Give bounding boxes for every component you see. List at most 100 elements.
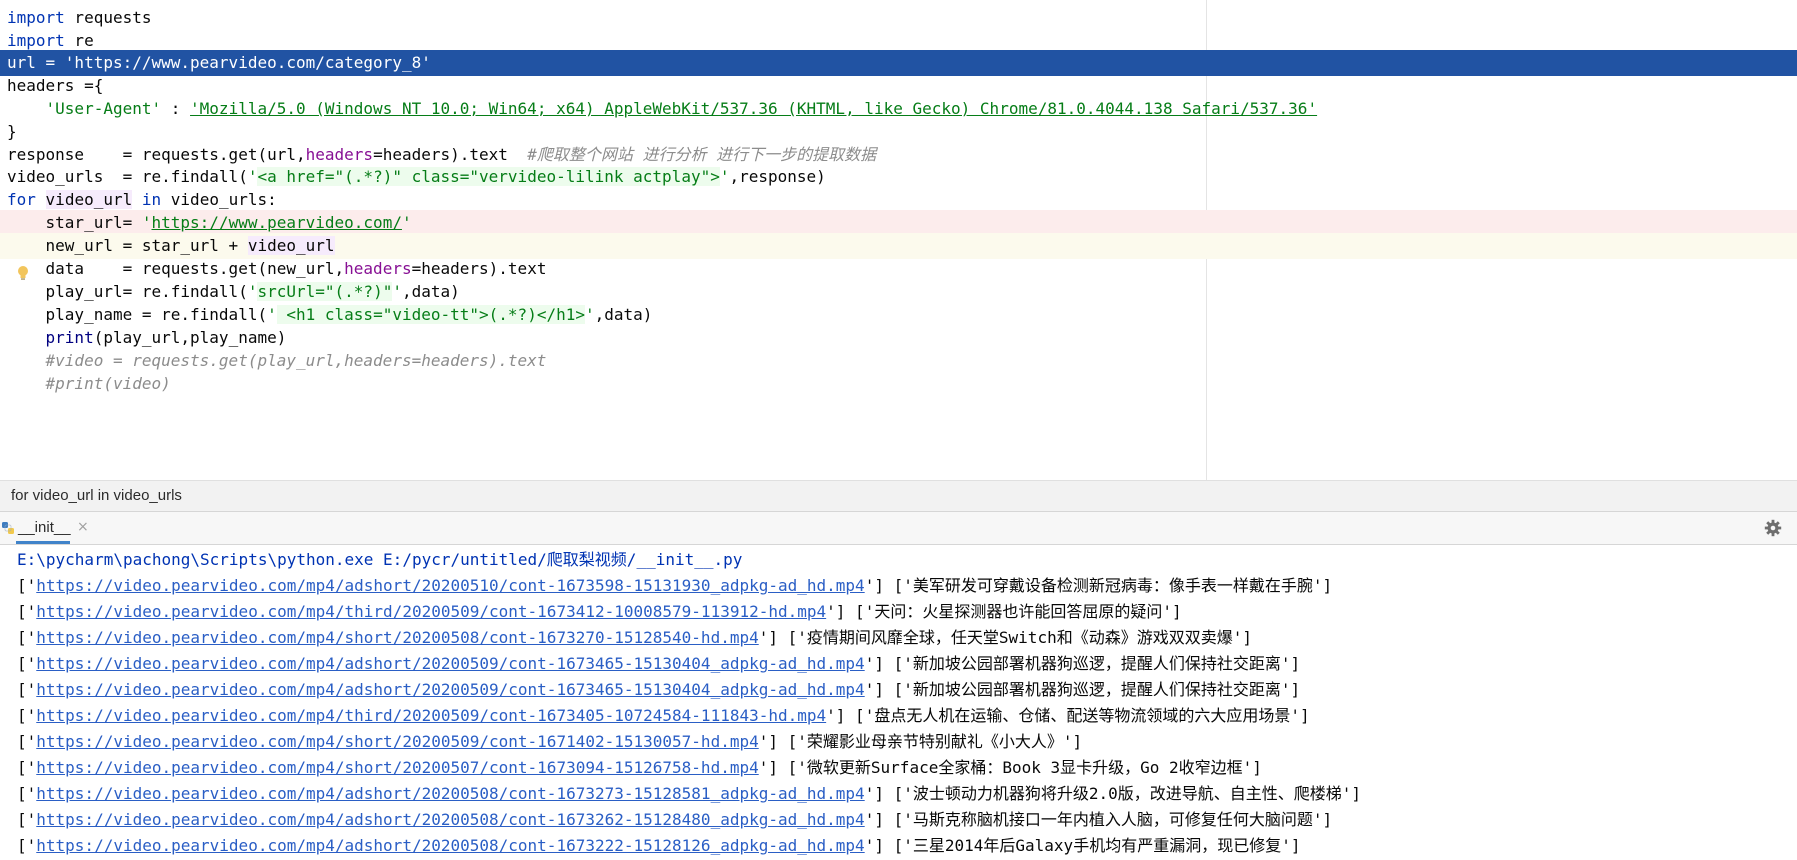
video-url-link[interactable]: https://video.pearvideo.com/mp4/short/20… [36, 628, 758, 647]
video-title: 新加坡公园部署机器狗巡逻，提醒人们保持社交距离 [912, 654, 1281, 673]
bracket-text: '] [1062, 732, 1083, 751]
video-title: 新加坡公园部署机器狗巡逻，提醒人们保持社交距离 [912, 680, 1281, 699]
code-text: =headers).text [373, 145, 528, 164]
video-url-link[interactable]: https://video.pearvideo.com/mp4/adshort/… [36, 576, 864, 595]
video-title: 疫情期间风靡全球，任天堂Switch和《动森》游戏双双卖爆 [806, 628, 1233, 647]
video-title: 三星2014年后Galaxy手机均有严重漏洞，现已修复 [912, 836, 1282, 855]
bracket-text: '] [' [864, 680, 913, 699]
video-url-link[interactable]: https://video.pearvideo.com/mp4/third/20… [36, 602, 826, 621]
active-tab-indicator [16, 541, 70, 544]
video-url-link[interactable]: https://video.pearvideo.com/mp4/adshort/… [36, 680, 864, 699]
code-text: ,data) [594, 305, 653, 324]
video-url-link[interactable]: https://video.pearvideo.com/mp4/short/20… [36, 758, 758, 777]
bracket-text: '] [1281, 836, 1301, 855]
run-console[interactable]: E:\pycharm\pachong\Scripts\python.exe E:… [0, 545, 1797, 860]
bracket-text: [' [17, 654, 37, 673]
bracket-text: [' [17, 628, 37, 647]
keyword: import [7, 31, 65, 50]
code-text: new_url = star_url + [7, 236, 248, 255]
breadcrumb-item[interactable]: for video_url in video_urls [11, 487, 182, 504]
console-output-row: ['https://video.pearvideo.com/mp4/third/… [17, 599, 1182, 625]
string-literal: 'https://www.pearvideo.com/category_8' [64, 53, 431, 72]
url-literal[interactable]: https://www.pearvideo.com/ [152, 213, 402, 232]
code-text: data = requests.get(new_url, [7, 259, 345, 278]
code-comment: #print(video) [45, 374, 171, 393]
console-output-row: ['https://video.pearvideo.com/mp4/short/… [17, 729, 1082, 755]
bracket-text: '] [1162, 602, 1182, 621]
keyword: for [7, 190, 36, 209]
bracket-text: '] [1232, 628, 1252, 647]
bracket-text: [' [17, 810, 37, 829]
video-url-link[interactable]: https://video.pearvideo.com/mp4/adshort/… [36, 784, 864, 803]
code-text: star_url= [7, 213, 142, 232]
code-text: requests [64, 8, 152, 27]
bracket-text: '] [1312, 810, 1333, 829]
code-text: } [7, 122, 17, 141]
bracket-text: '] [1280, 654, 1301, 673]
keyword-argument: headers [344, 259, 412, 278]
breadcrumb[interactable]: for video_url in video_urls [0, 480, 1797, 512]
code-text: play_name = re.findall( [7, 305, 268, 324]
keyword: import [7, 8, 65, 27]
code-comment: #video = requests.get(play_url,headers=h… [45, 351, 547, 370]
loop-variable: video_url [45, 190, 133, 209]
keyword-argument: headers [305, 145, 374, 164]
string-quote: ' [392, 282, 402, 301]
video-title: 盘点无人机在运输、仓储、配送等物流领域的六大应用场景 [874, 706, 1291, 725]
video-title: 微软更新Surface全家桶：Book 3显卡升级，Go 2收窄边框 [806, 758, 1243, 777]
gear-icon[interactable] [1764, 519, 1782, 537]
run-tab-init[interactable]: __init__ × [0, 512, 100, 544]
keyword: in [141, 190, 162, 209]
close-icon[interactable]: × [77, 519, 89, 535]
tab-label: __init__ [18, 519, 71, 536]
video-url-link[interactable]: https://video.pearvideo.com/mp4/third/20… [36, 706, 826, 725]
bracket-text: '] [' [864, 784, 913, 803]
code-text: headers ={ [7, 76, 104, 95]
bracket-text: [' [17, 732, 37, 751]
bracket-text: '] [' [864, 810, 913, 829]
regex-string: <a href="(.*?)" class="vervideo-lilink a… [257, 167, 720, 186]
code-text: re [64, 31, 94, 50]
video-title: 波士顿动力机器狗将升级2.0版，改进导航、自主性、爬楼梯 [912, 784, 1342, 803]
string-quote: ' [141, 213, 152, 232]
bracket-text: [' [17, 706, 37, 725]
string-quote: ' [401, 213, 412, 232]
console-output-row: ['https://video.pearvideo.com/mp4/adshor… [17, 781, 1361, 807]
code-editor[interactable]: import requests import re url = 'https:/… [0, 0, 1797, 480]
regex-string: srcUrl="(.*?)" [257, 282, 393, 301]
video-title: 美军研发可穿戴设备检测新冠病毒：像手表一样戴在手腕 [912, 576, 1313, 595]
dict-key-string: 'User-Agent' [45, 99, 162, 118]
code-line-17[interactable]: #print(video) [7, 371, 1797, 397]
regex-string: <h1 class="video-tt">(.*?)</h1> [276, 305, 585, 324]
console-output-row: ['https://video.pearvideo.com/mp4/adshor… [17, 807, 1332, 833]
run-tool-window-tabbar: __init__ × [0, 512, 1797, 545]
bracket-text: [' [17, 576, 37, 595]
video-url-link[interactable]: https://video.pearvideo.com/mp4/adshort/… [36, 654, 864, 673]
console-command-line: E:\pycharm\pachong\Scripts\python.exe E:… [17, 550, 743, 569]
bracket-text: [' [17, 680, 37, 699]
video-title: 荣耀影业母亲节特别献礼《小大人》 [806, 732, 1063, 751]
bracket-text: '] [' [864, 836, 913, 855]
console-output-row: ['https://video.pearvideo.com/mp4/third/… [17, 703, 1310, 729]
bracket-text: '] [1242, 758, 1262, 777]
bracket-text: '] [1312, 576, 1333, 595]
bracket-text: [' [17, 784, 37, 803]
video-url-link[interactable]: https://video.pearvideo.com/mp4/short/20… [36, 732, 758, 751]
python-file-icon [2, 522, 14, 534]
code-text: video_urls: [161, 190, 277, 209]
video-url-link[interactable]: https://video.pearvideo.com/mp4/adshort/… [36, 836, 864, 855]
code-text: response = requests.get(url, [7, 145, 306, 164]
code-text: : [161, 99, 191, 118]
bracket-text: '] [' [826, 602, 875, 621]
video-title: 马斯克称脑机接口一年内植入人脑，可修复任何大脑问题 [912, 810, 1313, 829]
console-output-row: ['https://video.pearvideo.com/mp4/adshor… [17, 651, 1300, 677]
string-quote: ' [267, 305, 277, 324]
builtin-function: print [45, 328, 94, 347]
video-url-link[interactable]: https://video.pearvideo.com/mp4/adshort/… [36, 810, 864, 829]
code-text: ,data) [401, 282, 460, 301]
bracket-text: '] [1290, 706, 1310, 725]
